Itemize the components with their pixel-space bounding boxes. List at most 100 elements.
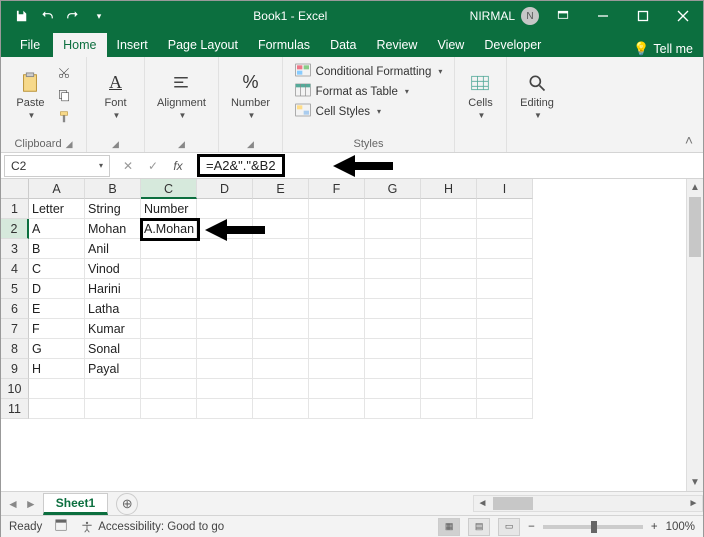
cell[interactable]: [141, 299, 197, 319]
cell[interactable]: [141, 259, 197, 279]
cell[interactable]: [477, 359, 533, 379]
cell[interactable]: [309, 359, 365, 379]
row-header[interactable]: 4: [1, 259, 29, 279]
cell[interactable]: E: [29, 299, 85, 319]
row-header[interactable]: 1: [1, 199, 29, 219]
alignment-button[interactable]: Alignment ▼: [153, 69, 210, 122]
cell[interactable]: [29, 399, 85, 419]
cancel-formula-icon[interactable]: ✕: [117, 155, 139, 177]
cell[interactable]: [197, 339, 253, 359]
cell[interactable]: [309, 279, 365, 299]
cell[interactable]: [141, 359, 197, 379]
cell[interactable]: [253, 339, 309, 359]
cell[interactable]: F: [29, 319, 85, 339]
cell[interactable]: [421, 379, 477, 399]
cell[interactable]: [421, 319, 477, 339]
cell[interactable]: [477, 279, 533, 299]
tab-file[interactable]: File: [7, 33, 53, 57]
scroll-up-icon[interactable]: ▲: [687, 179, 703, 196]
cell[interactable]: [365, 279, 421, 299]
row-header[interactable]: 6: [1, 299, 29, 319]
cell[interactable]: [141, 339, 197, 359]
zoom-slider[interactable]: [543, 525, 643, 529]
cell[interactable]: [309, 379, 365, 399]
tab-insert[interactable]: Insert: [107, 33, 158, 57]
cell[interactable]: Payal: [85, 359, 141, 379]
column-header[interactable]: F: [309, 179, 365, 199]
cell[interactable]: [253, 199, 309, 219]
row-header[interactable]: 7: [1, 319, 29, 339]
sheet-nav-prev-icon[interactable]: ◄: [7, 497, 19, 511]
cell[interactable]: [421, 199, 477, 219]
sheet-nav-next-icon[interactable]: ►: [25, 497, 37, 511]
row-header[interactable]: 3: [1, 239, 29, 259]
row-header[interactable]: 10: [1, 379, 29, 399]
row-header[interactable]: 8: [1, 339, 29, 359]
cell[interactable]: H: [29, 359, 85, 379]
cell[interactable]: Vinod: [85, 259, 141, 279]
cell[interactable]: Mohan: [85, 219, 141, 239]
cell[interactable]: [253, 319, 309, 339]
column-header[interactable]: E: [253, 179, 309, 199]
zoom-in-button[interactable]: +: [651, 521, 658, 533]
cell[interactable]: [477, 239, 533, 259]
cell[interactable]: [85, 379, 141, 399]
redo-icon[interactable]: [61, 4, 85, 28]
cell[interactable]: [477, 299, 533, 319]
formula-input[interactable]: =A2&"."&B2: [197, 154, 285, 177]
cell[interactable]: [365, 259, 421, 279]
undo-icon[interactable]: [35, 4, 59, 28]
zoom-out-button[interactable]: −: [528, 521, 535, 533]
editing-button[interactable]: Editing ▼: [516, 69, 558, 122]
cell[interactable]: [197, 399, 253, 419]
macro-record-icon[interactable]: [54, 518, 68, 535]
cell[interactable]: [29, 379, 85, 399]
cell[interactable]: [477, 379, 533, 399]
cell[interactable]: [141, 239, 197, 259]
cell[interactable]: [421, 259, 477, 279]
tab-developer[interactable]: Developer: [474, 33, 551, 57]
cell[interactable]: [197, 259, 253, 279]
cell[interactable]: [309, 239, 365, 259]
cell[interactable]: String: [85, 199, 141, 219]
row-header[interactable]: 5: [1, 279, 29, 299]
cell[interactable]: [477, 399, 533, 419]
cell[interactable]: [421, 359, 477, 379]
format-painter-icon[interactable]: [53, 108, 75, 126]
cell[interactable]: [477, 339, 533, 359]
view-page-layout-icon[interactable]: ▤: [468, 518, 490, 536]
cell[interactable]: [365, 219, 421, 239]
cell[interactable]: A: [29, 219, 85, 239]
dialog-launcher-icon[interactable]: ◢: [247, 139, 254, 150]
qat-customize-icon[interactable]: ▾: [87, 4, 111, 28]
cell[interactable]: [309, 399, 365, 419]
cell[interactable]: [141, 319, 197, 339]
number-button[interactable]: % Number ▼: [227, 69, 274, 122]
cut-icon[interactable]: [53, 64, 75, 82]
cell[interactable]: B: [29, 239, 85, 259]
spreadsheet-grid[interactable]: ABCDEFGHI1LetterStringNumber2AMohanA.Moh…: [1, 179, 703, 491]
cell[interactable]: C: [29, 259, 85, 279]
cell[interactable]: [197, 319, 253, 339]
cell[interactable]: [253, 239, 309, 259]
fx-icon[interactable]: fx: [167, 155, 189, 177]
cell[interactable]: [365, 239, 421, 259]
cell[interactable]: [141, 399, 197, 419]
dialog-launcher-icon[interactable]: ◢: [112, 139, 119, 150]
cell[interactable]: G: [29, 339, 85, 359]
scroll-down-icon[interactable]: ▼: [687, 474, 703, 491]
cell[interactable]: Harini: [85, 279, 141, 299]
cell[interactable]: [365, 359, 421, 379]
column-header[interactable]: B: [85, 179, 141, 199]
row-header[interactable]: 9: [1, 359, 29, 379]
conditional-formatting-button[interactable]: Conditional Formatting▾: [295, 63, 443, 80]
column-header[interactable]: G: [365, 179, 421, 199]
cell[interactable]: [421, 239, 477, 259]
scrollbar-thumb[interactable]: [493, 497, 533, 510]
row-header[interactable]: 11: [1, 399, 29, 419]
tell-me-label[interactable]: Tell me: [653, 42, 693, 56]
row-header[interactable]: 2: [1, 219, 29, 239]
cell[interactable]: [309, 319, 365, 339]
enter-formula-icon[interactable]: ✓: [142, 155, 164, 177]
cell[interactable]: [365, 319, 421, 339]
